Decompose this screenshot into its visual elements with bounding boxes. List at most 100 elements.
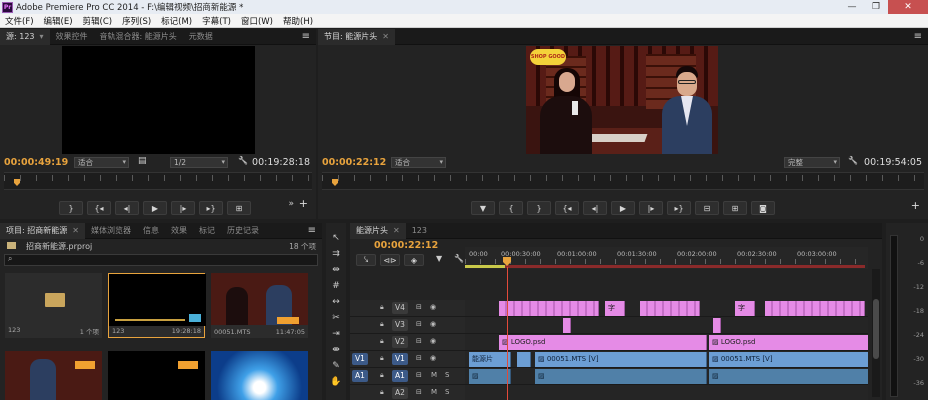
- eye-icon[interactable]: ◉: [430, 354, 436, 362]
- toggle-sync-icon[interactable]: ⊟: [416, 371, 422, 379]
- minimize-button[interactable]: —: [840, 0, 864, 14]
- mute-button[interactable]: M: [431, 388, 437, 396]
- clip-00051-mts[interactable]: ▨ 00051.MTS [V]: [535, 352, 707, 367]
- mark-out-button[interactable]: }: [59, 201, 83, 215]
- add-button-plus-icon[interactable]: +: [299, 197, 308, 210]
- lift-button[interactable]: ⊟: [695, 201, 719, 215]
- mark-out-button[interactable]: }: [527, 201, 551, 215]
- timeline-timecode[interactable]: 00:00:22:12: [374, 240, 438, 251]
- menu-title[interactable]: 字幕(T): [197, 15, 236, 27]
- track-header-v3[interactable]: 🔒︎ V3 ⊟ ◉: [350, 317, 465, 334]
- clip-v4[interactable]: [640, 301, 700, 316]
- tab-sequence-123[interactable]: 123: [406, 223, 433, 239]
- clip-energy-intro[interactable]: 能源片: [469, 352, 511, 367]
- menu-marker[interactable]: 标记(M): [156, 15, 197, 27]
- audio-clip[interactable]: ▨: [535, 369, 707, 384]
- rate-stretch-tool-icon[interactable]: ↔: [329, 295, 343, 309]
- tab-program[interactable]: 节目: 能源片头 ✕: [318, 28, 395, 45]
- search-input[interactable]: ⌕: [4, 254, 318, 266]
- clip-logo-psd[interactable]: ▨ LOGO.psd: [709, 335, 868, 350]
- maximize-button[interactable]: ❐: [864, 0, 888, 14]
- toggle-sync-icon[interactable]: ⊟: [416, 354, 422, 362]
- rolling-edit-tool-icon[interactable]: #: [329, 279, 343, 293]
- source-patch-a1[interactable]: A1: [352, 370, 368, 382]
- solo-button[interactable]: S: [445, 388, 449, 396]
- export-frame-button[interactable]: ◙: [751, 201, 775, 215]
- track-lane-a2[interactable]: [465, 385, 868, 400]
- toggle-sync-icon[interactable]: ⊟: [416, 320, 422, 328]
- track-lane-v4[interactable]: 字 字: [465, 300, 868, 317]
- clip-v4[interactable]: [499, 301, 599, 316]
- track-header-a1[interactable]: A1 🔒︎ A1 ⊟ M S: [350, 368, 465, 385]
- tab-media-browser[interactable]: 媒体浏览器: [85, 223, 137, 239]
- program-current-timecode[interactable]: 00:00:22:12: [322, 157, 386, 168]
- tab-info[interactable]: 信息: [137, 223, 165, 239]
- clip-v4-text[interactable]: 字: [605, 301, 625, 316]
- pen-tool-icon[interactable]: ✎: [329, 359, 343, 373]
- close-button[interactable]: ✕: [888, 0, 928, 14]
- add-marker-button[interactable]: ▼: [471, 201, 495, 215]
- button-editor-icon[interactable]: »: [288, 199, 294, 209]
- project-sequence-item[interactable]: 123 19:28:18: [108, 273, 206, 338]
- clip-v3[interactable]: [563, 318, 571, 333]
- razor-tool-icon[interactable]: ✂: [329, 311, 343, 325]
- mark-in-button[interactable]: {: [499, 201, 523, 215]
- lock-icon[interactable]: 🔒︎: [380, 388, 384, 397]
- slip-tool-icon[interactable]: ⇥: [329, 327, 343, 341]
- lock-icon[interactable]: 🔒︎: [380, 320, 384, 329]
- track-header-v1[interactable]: V1 🔒︎ V1 ⊟ ◉: [350, 351, 465, 368]
- project-bin-item[interactable]: 123 1 个项: [5, 273, 102, 338]
- menu-window[interactable]: 窗口(W): [236, 15, 278, 27]
- tab-audio-track-mixer[interactable]: 音轨混合器: 能源片头: [94, 29, 183, 45]
- play-button[interactable]: ▶: [611, 201, 635, 215]
- tab-history[interactable]: 历史记录: [221, 223, 265, 239]
- source-fit-dropdown[interactable]: 适合: [74, 157, 129, 168]
- source-time-ruler[interactable]: [4, 172, 312, 190]
- track-lane-v2[interactable]: ▨ LOGO.psd ▨ LOGO.psd: [465, 334, 868, 351]
- scrollbar-thumb[interactable]: [873, 299, 879, 359]
- program-quality-dropdown[interactable]: 完整: [784, 157, 840, 168]
- slide-tool-icon[interactable]: ⇼: [329, 343, 343, 357]
- extract-button[interactable]: ⊞: [723, 201, 747, 215]
- program-fit-dropdown[interactable]: 适合: [391, 157, 446, 168]
- ripple-edit-tool-icon[interactable]: ⇹: [329, 263, 343, 277]
- timeline-settings-wrench-icon[interactable]: 🔧: [454, 254, 464, 263]
- step-back-button[interactable]: ◂|: [583, 201, 607, 215]
- project-clip-item[interactable]: [5, 351, 102, 400]
- go-to-in-button[interactable]: {◂: [87, 201, 111, 215]
- lock-icon[interactable]: 🔒︎: [380, 303, 384, 312]
- tab-sequence-energy[interactable]: 能源片头 ✕: [350, 222, 406, 239]
- go-to-out-button[interactable]: ▸}: [667, 201, 691, 215]
- clip-logo-psd[interactable]: ▨ LOGO.psd: [499, 335, 707, 350]
- tab-project[interactable]: 项目: 招商新能源 ✕: [0, 222, 85, 239]
- clip-short[interactable]: [517, 352, 531, 367]
- source-playhead[interactable]: [14, 179, 20, 186]
- timeline-ruler[interactable]: 00:00 00:00:30:00 00:01:00:00 00:01:30:0…: [465, 247, 868, 269]
- track-lane-v3[interactable]: [465, 317, 868, 334]
- panel-menu-icon[interactable]: ≡: [302, 31, 310, 42]
- track-header-v4[interactable]: 🔒︎ V4 ⊟ ◉: [350, 300, 465, 317]
- source-patch-v1[interactable]: V1: [352, 353, 368, 365]
- wrench-icon[interactable]: 🔧: [848, 156, 858, 165]
- source-resolution-dropdown[interactable]: 1/2: [170, 157, 228, 168]
- toggle-sync-icon[interactable]: ⊟: [416, 388, 422, 396]
- tab-metadata[interactable]: 元数据: [183, 29, 219, 45]
- add-marker-button[interactable]: ◈: [404, 254, 424, 266]
- audio-clip[interactable]: ▨: [709, 369, 868, 384]
- go-to-out-button[interactable]: ▸}: [199, 201, 223, 215]
- eye-icon[interactable]: ◉: [430, 320, 436, 328]
- toggle-sync-icon[interactable]: ⊟: [416, 303, 422, 311]
- project-clip-item[interactable]: 00051.MTS 11:47:05: [211, 273, 308, 338]
- panel-menu-icon[interactable]: ≡: [914, 31, 922, 42]
- step-forward-button[interactable]: |▸: [639, 201, 663, 215]
- track-header-v2[interactable]: 🔒︎ V2 ⊟ ◉: [350, 334, 465, 351]
- add-button-plus-icon[interactable]: +: [911, 199, 920, 212]
- menu-file[interactable]: 文件(F): [0, 15, 39, 27]
- clip-v3[interactable]: [713, 318, 721, 333]
- project-clip-item[interactable]: [108, 351, 205, 400]
- lock-icon[interactable]: 🔒︎: [380, 371, 384, 380]
- menu-sequence[interactable]: 序列(S): [117, 15, 156, 27]
- program-time-ruler[interactable]: [322, 172, 924, 190]
- track-select-tool-icon[interactable]: ⇉: [329, 247, 343, 261]
- clip-v4[interactable]: [765, 301, 865, 316]
